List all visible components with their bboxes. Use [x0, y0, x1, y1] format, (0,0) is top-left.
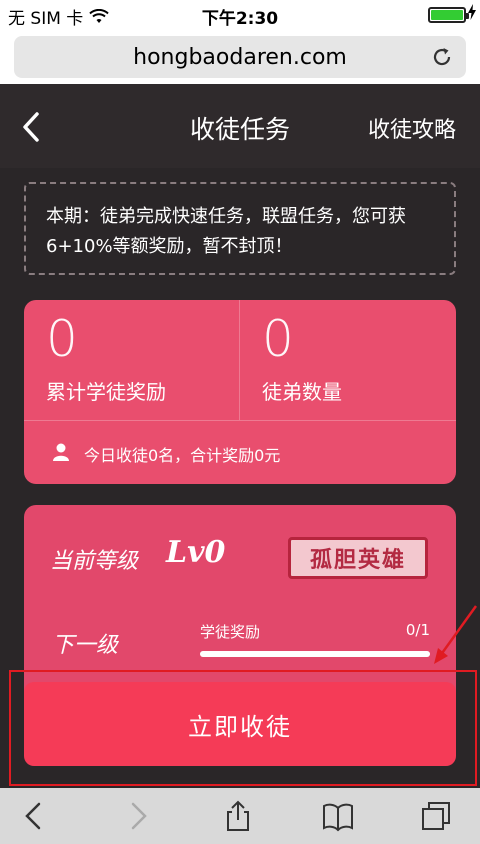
status-bar: 无 SIM 卡 下午2:30	[0, 0, 480, 30]
user-icon	[53, 443, 69, 461]
reward-stat[interactable]: 0 累计学徒奖励	[24, 300, 240, 420]
apprentice-stat[interactable]: 0 徒弟数量	[240, 300, 456, 420]
url-bar[interactable]: hongbaodaren.com	[14, 36, 466, 78]
current-level-value: Lv0	[166, 535, 226, 570]
stats-card: 0 累计学徒奖励 0 徒弟数量 今日收徒0名，合计奖励0元	[24, 300, 456, 484]
reward-label: 累计学徒奖励	[46, 380, 166, 404]
back-icon[interactable]	[18, 800, 50, 832]
forward-icon[interactable]	[122, 800, 154, 832]
status-time: 下午2:30	[201, 9, 279, 29]
progress-label: 学徒奖励	[200, 623, 261, 641]
apprentice-label: 徒弟数量	[262, 380, 342, 404]
apprentice-value: 0	[262, 310, 294, 368]
progress-bar	[200, 651, 430, 657]
url-text: hongbaodaren.com	[133, 44, 347, 70]
charging-icon	[468, 4, 476, 20]
progress-count: 0/1	[405, 621, 430, 639]
recruit-now-button[interactable]: 立即收徒	[24, 682, 456, 766]
today-summary: 今日收徒0名，合计奖励0元	[84, 446, 281, 465]
next-level-label: 下一级	[52, 633, 119, 658]
current-level-label: 当前等级	[50, 549, 139, 574]
stats-divider	[24, 420, 456, 421]
level-badge: 孤胆英雄	[288, 537, 428, 579]
battery-icon	[428, 7, 469, 23]
page-header: 收徒任务 收徒攻略	[0, 84, 480, 168]
bookmarks-icon[interactable]	[322, 800, 354, 832]
annotation-arrow-icon	[434, 605, 478, 664]
notice-box: 本期：徒弟完成快速任务，联盟任务，您可获6+10%等额奖励，暂不封顶！	[24, 182, 456, 275]
progress-fill	[200, 651, 430, 657]
reward-value: 0	[46, 310, 78, 368]
share-icon[interactable]	[222, 800, 254, 832]
browser-toolbar	[0, 788, 480, 844]
notice-text: 本期：徒弟完成快速任务，联盟任务，您可获6+10%等额奖励，暂不封顶！	[46, 206, 406, 257]
tabs-icon[interactable]	[420, 800, 452, 832]
reload-icon[interactable]	[430, 45, 454, 69]
strategy-link[interactable]: 收徒攻略	[368, 112, 456, 144]
browser-url-area: hongbaodaren.com	[0, 30, 480, 84]
